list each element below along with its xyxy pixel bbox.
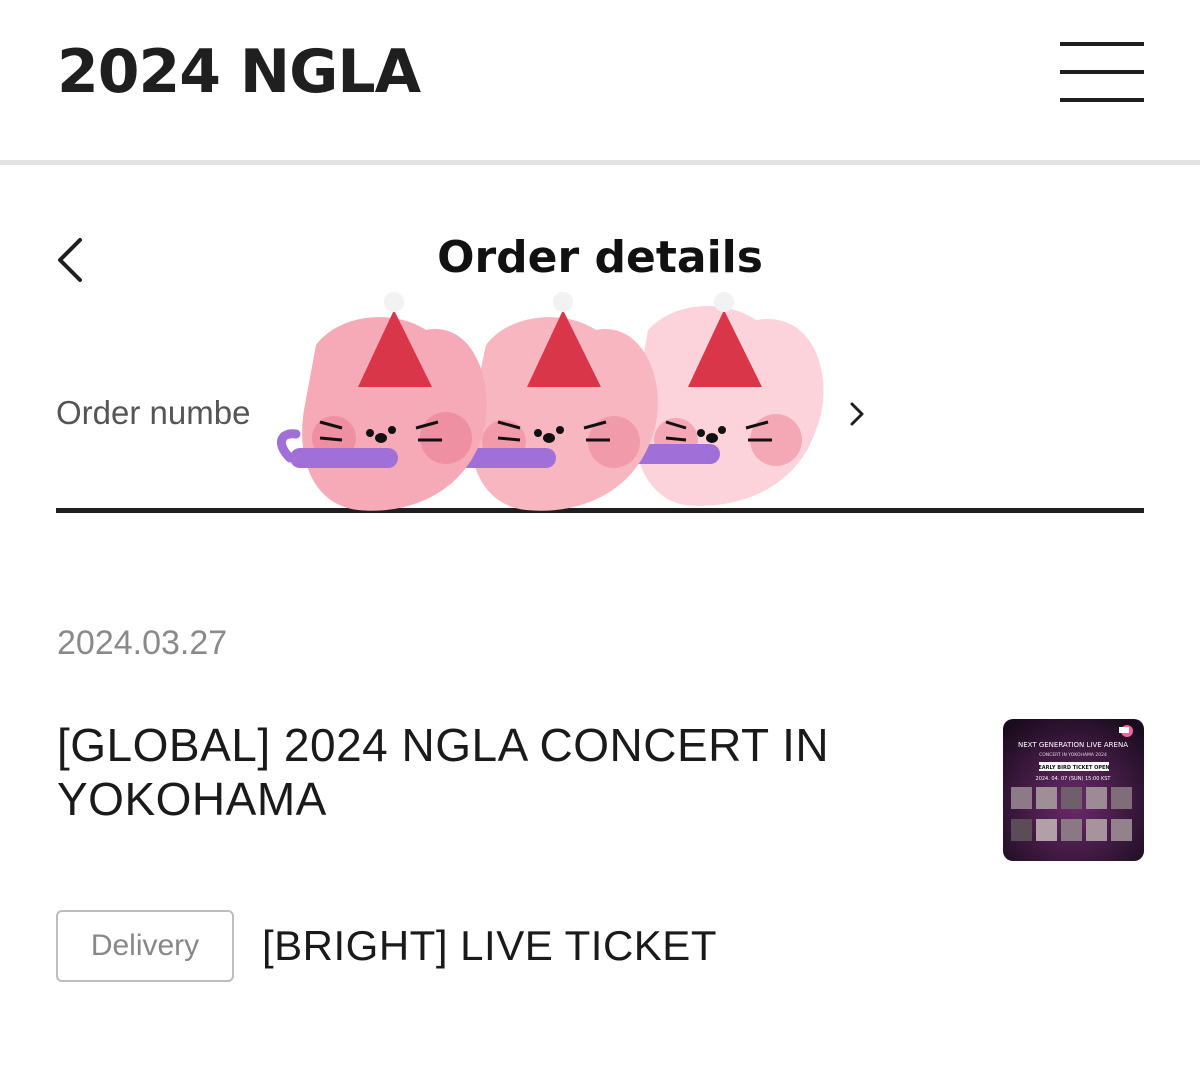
page-title: Order details xyxy=(437,232,763,283)
cat-sticker-image xyxy=(277,292,824,511)
delivery-badge: Delivery xyxy=(56,910,234,982)
ticket-option-name: [BRIGHT] LIVE TICKET xyxy=(262,922,717,969)
poster-heading: NEXT GENERATION LIVE ARENA xyxy=(1018,741,1128,749)
chevron-right-icon xyxy=(850,402,864,426)
hamburger-menu-icon[interactable] xyxy=(1058,40,1146,106)
concert-poster-image: NEXT GENERATION LIVE ARENA CONCERT IN YO… xyxy=(1003,719,1144,861)
order-details-page: 2024 NGLA Order details Order numbe 2024… xyxy=(0,0,1200,1068)
product-thumbnail[interactable]: NEXT GENERATION LIVE ARENA CONCERT IN YO… xyxy=(1003,719,1144,861)
poster-subheading: CONCERT IN YOKOHAMA 2024 xyxy=(1039,752,1107,758)
product-title[interactable]: [GLOBAL] 2024 NGLA CONCERT IN YOKOHAMA xyxy=(57,718,957,826)
order-number-label: Order numbe xyxy=(56,394,251,431)
poster-date: 2024. 04. 07 (SUN) 15:00 KST xyxy=(1036,776,1112,782)
header-divider xyxy=(0,160,1200,165)
poster-banner: EARLY BIRD TICKET OPEN xyxy=(1038,765,1109,771)
order-date: 2024.03.27 xyxy=(57,624,228,662)
brand-title[interactable]: 2024 NGLA xyxy=(57,34,421,110)
app-header: 2024 NGLA xyxy=(0,0,1200,160)
